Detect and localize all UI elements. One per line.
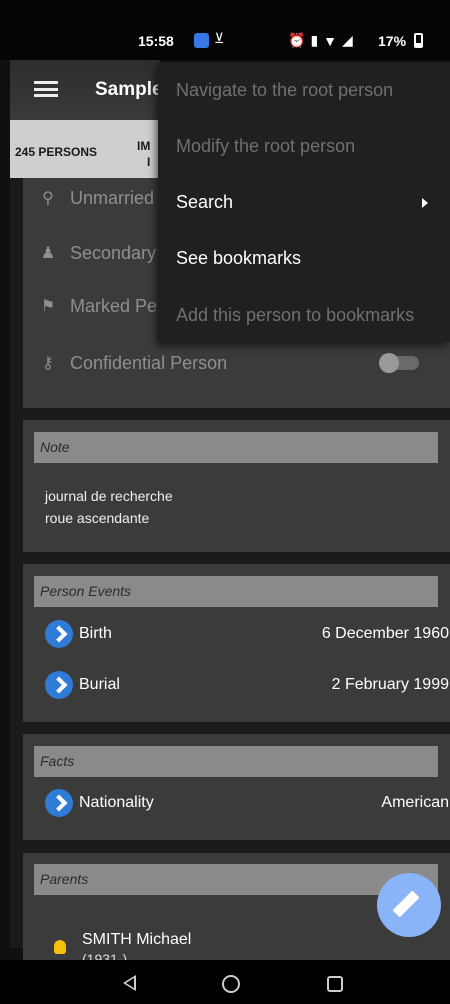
- wifi-icon: ▼: [323, 32, 338, 49]
- system-nav-bar: [0, 960, 450, 1004]
- fact-value: American: [381, 794, 449, 811]
- status-icons: ⏰ ▮ ▼ ◢: [288, 32, 353, 49]
- download-done-icon: ⊻: [214, 30, 225, 46]
- flag-icon: ⚑: [40, 298, 56, 315]
- app-bar: Sample: [10, 60, 163, 120]
- event-name: Burial: [79, 676, 120, 693]
- edit-fab[interactable]: [377, 873, 441, 937]
- menu-item-add-bookmark[interactable]: Add this person to bookmarks: [176, 305, 414, 326]
- status-time: 15:58: [138, 33, 174, 49]
- chevron-right-icon[interactable]: [45, 671, 73, 699]
- facts-header: Facts: [34, 746, 438, 777]
- flag-marked[interactable]: ⚑ Marked Pe: [38, 286, 157, 326]
- overflow-menu: Navigate to the root person Modify the r…: [158, 62, 450, 342]
- parents-header: Parents: [34, 864, 438, 895]
- event-name: Birth: [79, 625, 112, 642]
- pencil-icon: [392, 890, 420, 918]
- partial-text-2: I: [147, 155, 151, 169]
- partial-text-1: IM: [137, 139, 151, 153]
- hamburger-icon[interactable]: [34, 81, 58, 97]
- note-line: roue ascendante: [45, 510, 150, 526]
- event-date: 2 February 1999: [331, 676, 449, 693]
- facts-card: Facts Nationality American: [23, 734, 450, 840]
- info-strip: 245 PERSONS IM I: [10, 120, 160, 178]
- note-line: journal de recherche: [45, 488, 173, 504]
- signal-icon: ◢: [342, 32, 353, 48]
- note-header: Note: [34, 432, 438, 463]
- fact-name: Nationality: [79, 794, 154, 811]
- menu-item-search[interactable]: Search: [176, 192, 233, 213]
- flag-label: Unmarried: [70, 187, 155, 208]
- alarm-icon: ⏰: [288, 32, 306, 48]
- note-card: Note journal de recherche roue ascendant…: [23, 420, 450, 552]
- back-icon[interactable]: [123, 975, 136, 991]
- flag-label: Marked Pe: [70, 295, 158, 316]
- status-bar: 15:58 ⊻ ⏰ ▮ ▼ ◢ 17%: [0, 0, 450, 60]
- chevron-right-icon[interactable]: [45, 789, 73, 817]
- submenu-arrow-icon: [422, 198, 428, 208]
- lightbulb-icon: [54, 940, 66, 954]
- key-icon: ⚷: [42, 355, 54, 372]
- event-row[interactable]: Birth 6 December 1960: [45, 617, 449, 651]
- person-count: 245 PERSONS: [15, 145, 98, 159]
- flag-label: Secondary: [70, 242, 157, 263]
- battery-percent: 17%: [378, 33, 407, 49]
- confidential-toggle[interactable]: [379, 353, 419, 373]
- person-events-header: Person Events: [34, 576, 438, 607]
- person-events-card: Person Events Birth 6 December 1960 Buri…: [23, 564, 450, 722]
- app-notification-icon: [194, 33, 209, 48]
- menu-item-see-bookmarks[interactable]: See bookmarks: [176, 248, 301, 269]
- home-icon[interactable]: [222, 975, 240, 993]
- fact-row[interactable]: Nationality American: [45, 786, 449, 820]
- battery-icon: [414, 33, 423, 48]
- flag-confidential[interactable]: ⚷ Confidential Person: [38, 343, 227, 383]
- search-person-icon: ⚲: [42, 190, 54, 207]
- parent-years: (1931-): [82, 951, 128, 960]
- flag-unmarried[interactable]: ⚲ Unmarried: [38, 178, 154, 218]
- flag-label: Confidential Person: [70, 352, 228, 373]
- flag-secondary[interactable]: ♟ Secondary: [38, 233, 156, 273]
- info-strip-partial: IM I: [137, 138, 150, 170]
- event-row[interactable]: Burial 2 February 1999: [45, 668, 449, 702]
- parent-name[interactable]: SMITH Michael: [82, 931, 191, 949]
- menu-item-modify-root[interactable]: Modify the root person: [176, 136, 355, 157]
- menu-item-navigate-root[interactable]: Navigate to the root person: [176, 80, 393, 101]
- recents-icon[interactable]: [327, 976, 343, 992]
- chevron-right-icon[interactable]: [45, 620, 73, 648]
- vibrate-icon: ▮: [310, 32, 319, 48]
- person-icon: ♟: [40, 245, 56, 262]
- event-date: 6 December 1960: [321, 625, 449, 642]
- app-title: Sample: [95, 79, 163, 100]
